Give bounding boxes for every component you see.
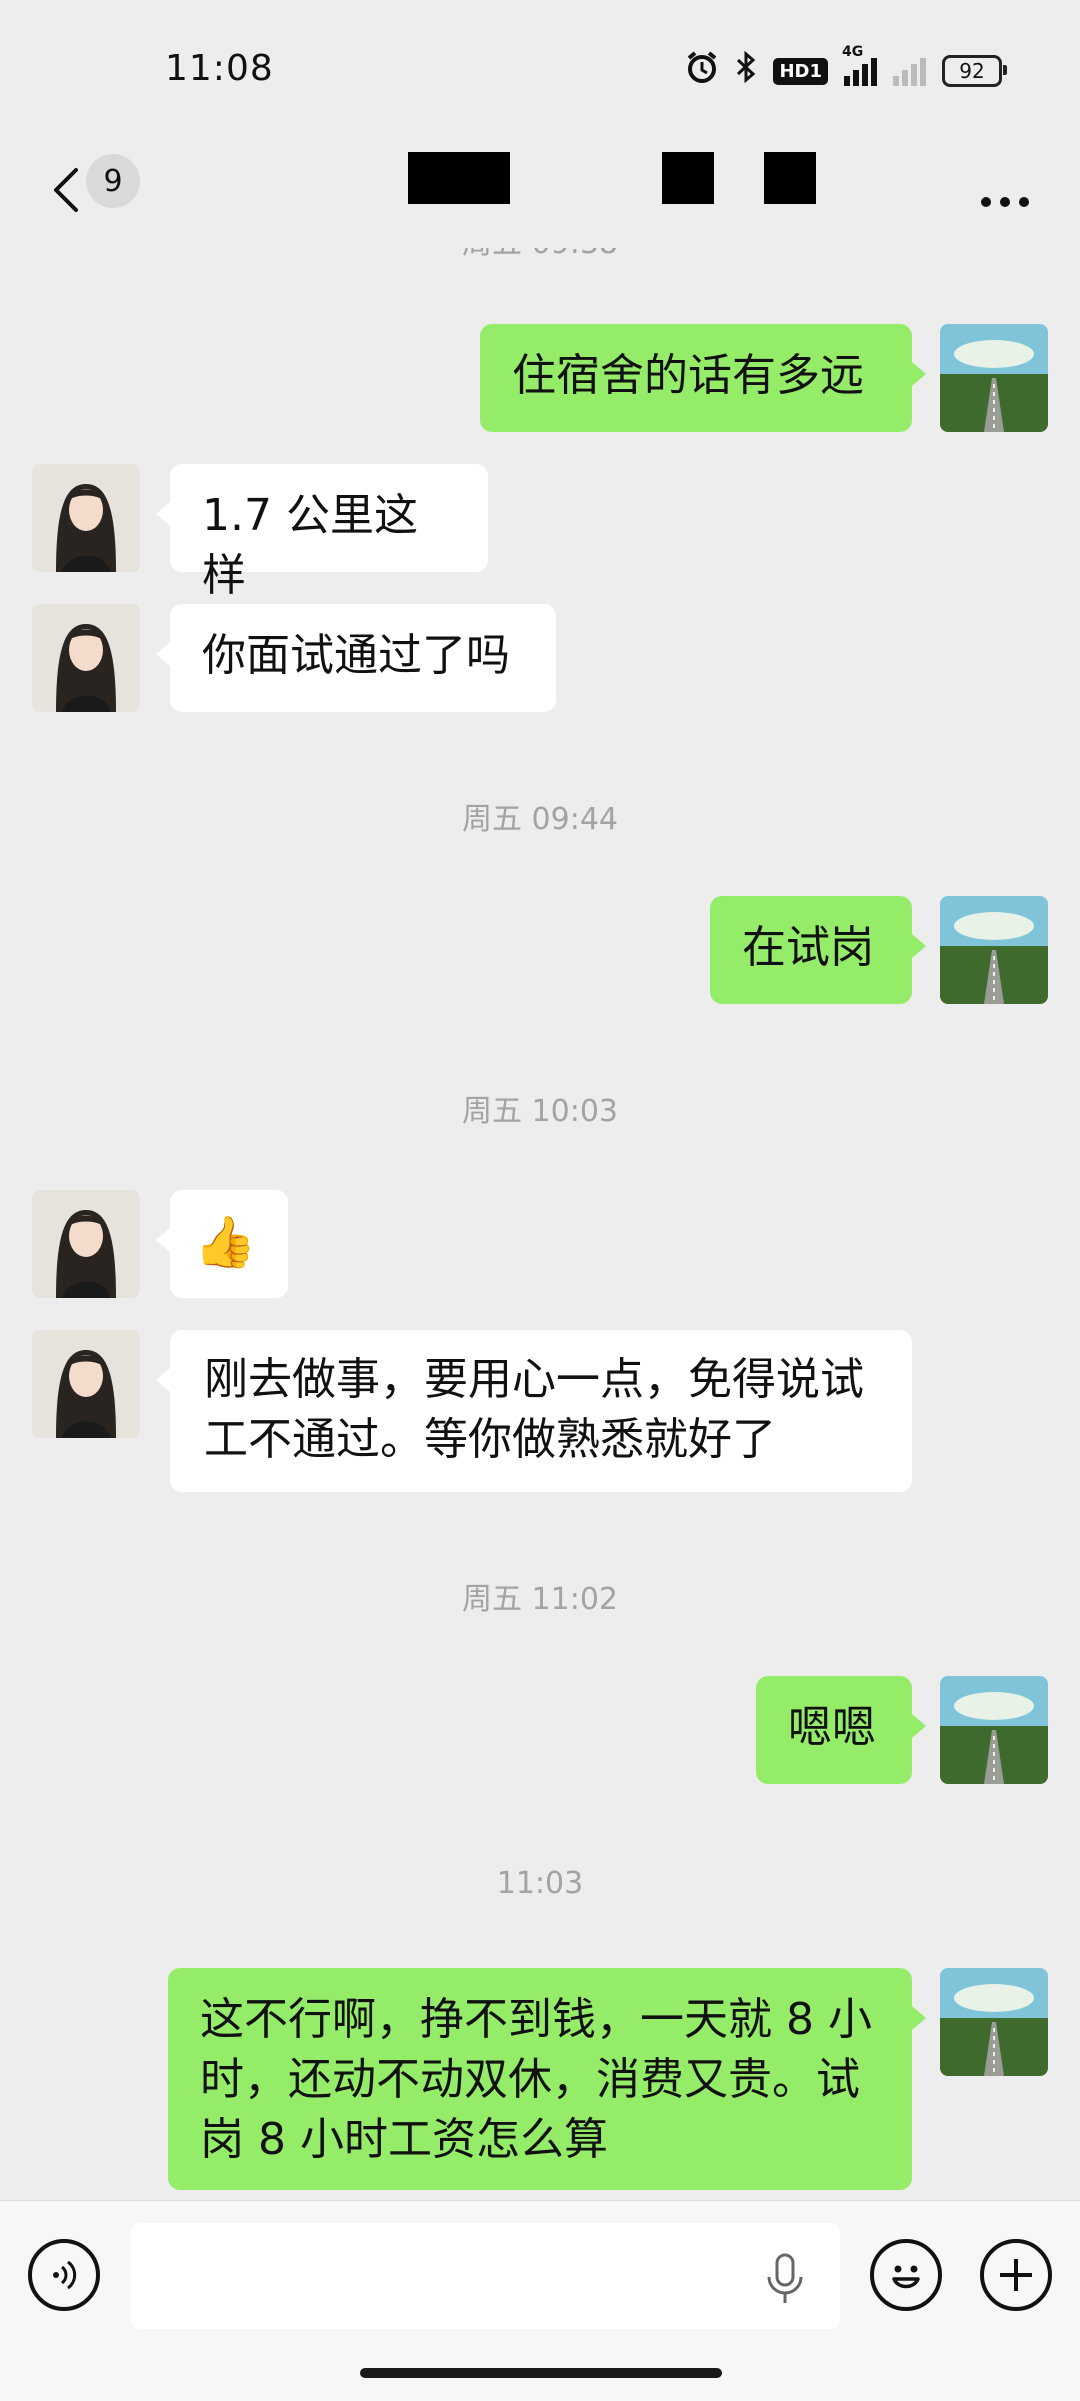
road-landscape-icon — [940, 896, 1048, 1004]
sent-message[interactable]: 这不行啊，挣不到钱，一天就 8 小时，还动不动双休，消费又贵。试岗 8 小时工资… — [168, 1968, 926, 2190]
hd-badge: HD1 — [773, 57, 828, 85]
signal-2-icon — [893, 56, 926, 86]
contact-avatar[interactable] — [32, 464, 140, 572]
network-type: 4G — [842, 44, 864, 60]
my-avatar[interactable] — [940, 896, 1048, 1004]
status-bar: 11:08 HD1 4G 92 — [0, 0, 1080, 140]
woman-portrait-icon — [32, 464, 140, 572]
more-icon — [981, 197, 1029, 207]
smile-icon — [892, 2265, 920, 2289]
contact-avatar[interactable] — [32, 1330, 140, 1438]
emoji-button[interactable] — [870, 2239, 942, 2311]
chat-header: 9 — [0, 140, 1080, 248]
sent-message[interactable]: 嗯嗯 — [756, 1676, 926, 1784]
contact-avatar[interactable] — [32, 1190, 140, 1298]
battery-icon: 92 — [942, 55, 1007, 87]
more-options-button[interactable] — [980, 172, 1030, 218]
alarm-icon — [685, 50, 719, 92]
timestamp: 11:03 — [496, 1866, 584, 1901]
my-avatar[interactable] — [940, 1676, 1048, 1784]
received-message[interactable]: 你面试通过了吗 — [156, 604, 556, 712]
received-emoji-message[interactable]: 👍 — [156, 1190, 288, 1298]
status-time: 11:08 — [165, 48, 274, 89]
contact-avatar[interactable] — [32, 604, 140, 712]
microphone-button[interactable] — [760, 2251, 810, 2307]
redacted-name-1 — [408, 152, 510, 204]
woman-portrait-icon — [32, 604, 140, 712]
bluetooth-icon — [735, 50, 757, 91]
redacted-name-2 — [662, 152, 714, 204]
timestamp: 周五 11:02 — [462, 1582, 618, 1617]
microphone-icon — [767, 2253, 803, 2303]
received-message[interactable]: 1.7 公里这样 — [156, 464, 488, 601]
sent-message[interactable]: 在试岗 — [710, 896, 926, 1004]
add-attachment-button[interactable] — [980, 2239, 1052, 2311]
received-message[interactable]: 刚去做事，要用心一点，免得说试工不通过。等你做熟悉就好了 — [156, 1330, 912, 1492]
road-landscape-icon — [940, 1968, 1048, 2076]
home-indicator[interactable] — [360, 2368, 722, 2378]
message-list[interactable]: 周五 09:38 住宿舍的话有多远 1.7 公里这样 你面试通过了吗 周五 09… — [0, 248, 1080, 2200]
unread-badge: 9 — [86, 154, 140, 208]
timestamp: 周五 09:44 — [462, 802, 618, 837]
woman-portrait-icon — [32, 1190, 140, 1298]
sent-message[interactable]: 住宿舍的话有多远 — [480, 324, 926, 432]
redacted-name-3 — [764, 152, 816, 204]
status-icons: HD1 4G 92 — [685, 44, 1007, 92]
plus-icon — [1000, 2259, 1032, 2291]
voice-mode-button[interactable] — [28, 2239, 100, 2311]
my-avatar[interactable] — [940, 324, 1048, 432]
woman-portrait-icon — [32, 1330, 140, 1438]
message-input[interactable] — [130, 2223, 840, 2329]
timestamp: 周五 10:03 — [462, 1094, 618, 1129]
thumbs-up-icon: 👍 — [194, 1213, 257, 1271]
signal-icon: 4G — [842, 44, 877, 86]
voice-wave-icon — [53, 2260, 77, 2290]
road-landscape-icon — [940, 324, 1048, 432]
timestamp: 周五 09:38 — [0, 248, 1080, 262]
battery-level: 92 — [959, 59, 985, 83]
road-landscape-icon — [940, 1676, 1048, 1784]
my-avatar[interactable] — [940, 1968, 1048, 2076]
